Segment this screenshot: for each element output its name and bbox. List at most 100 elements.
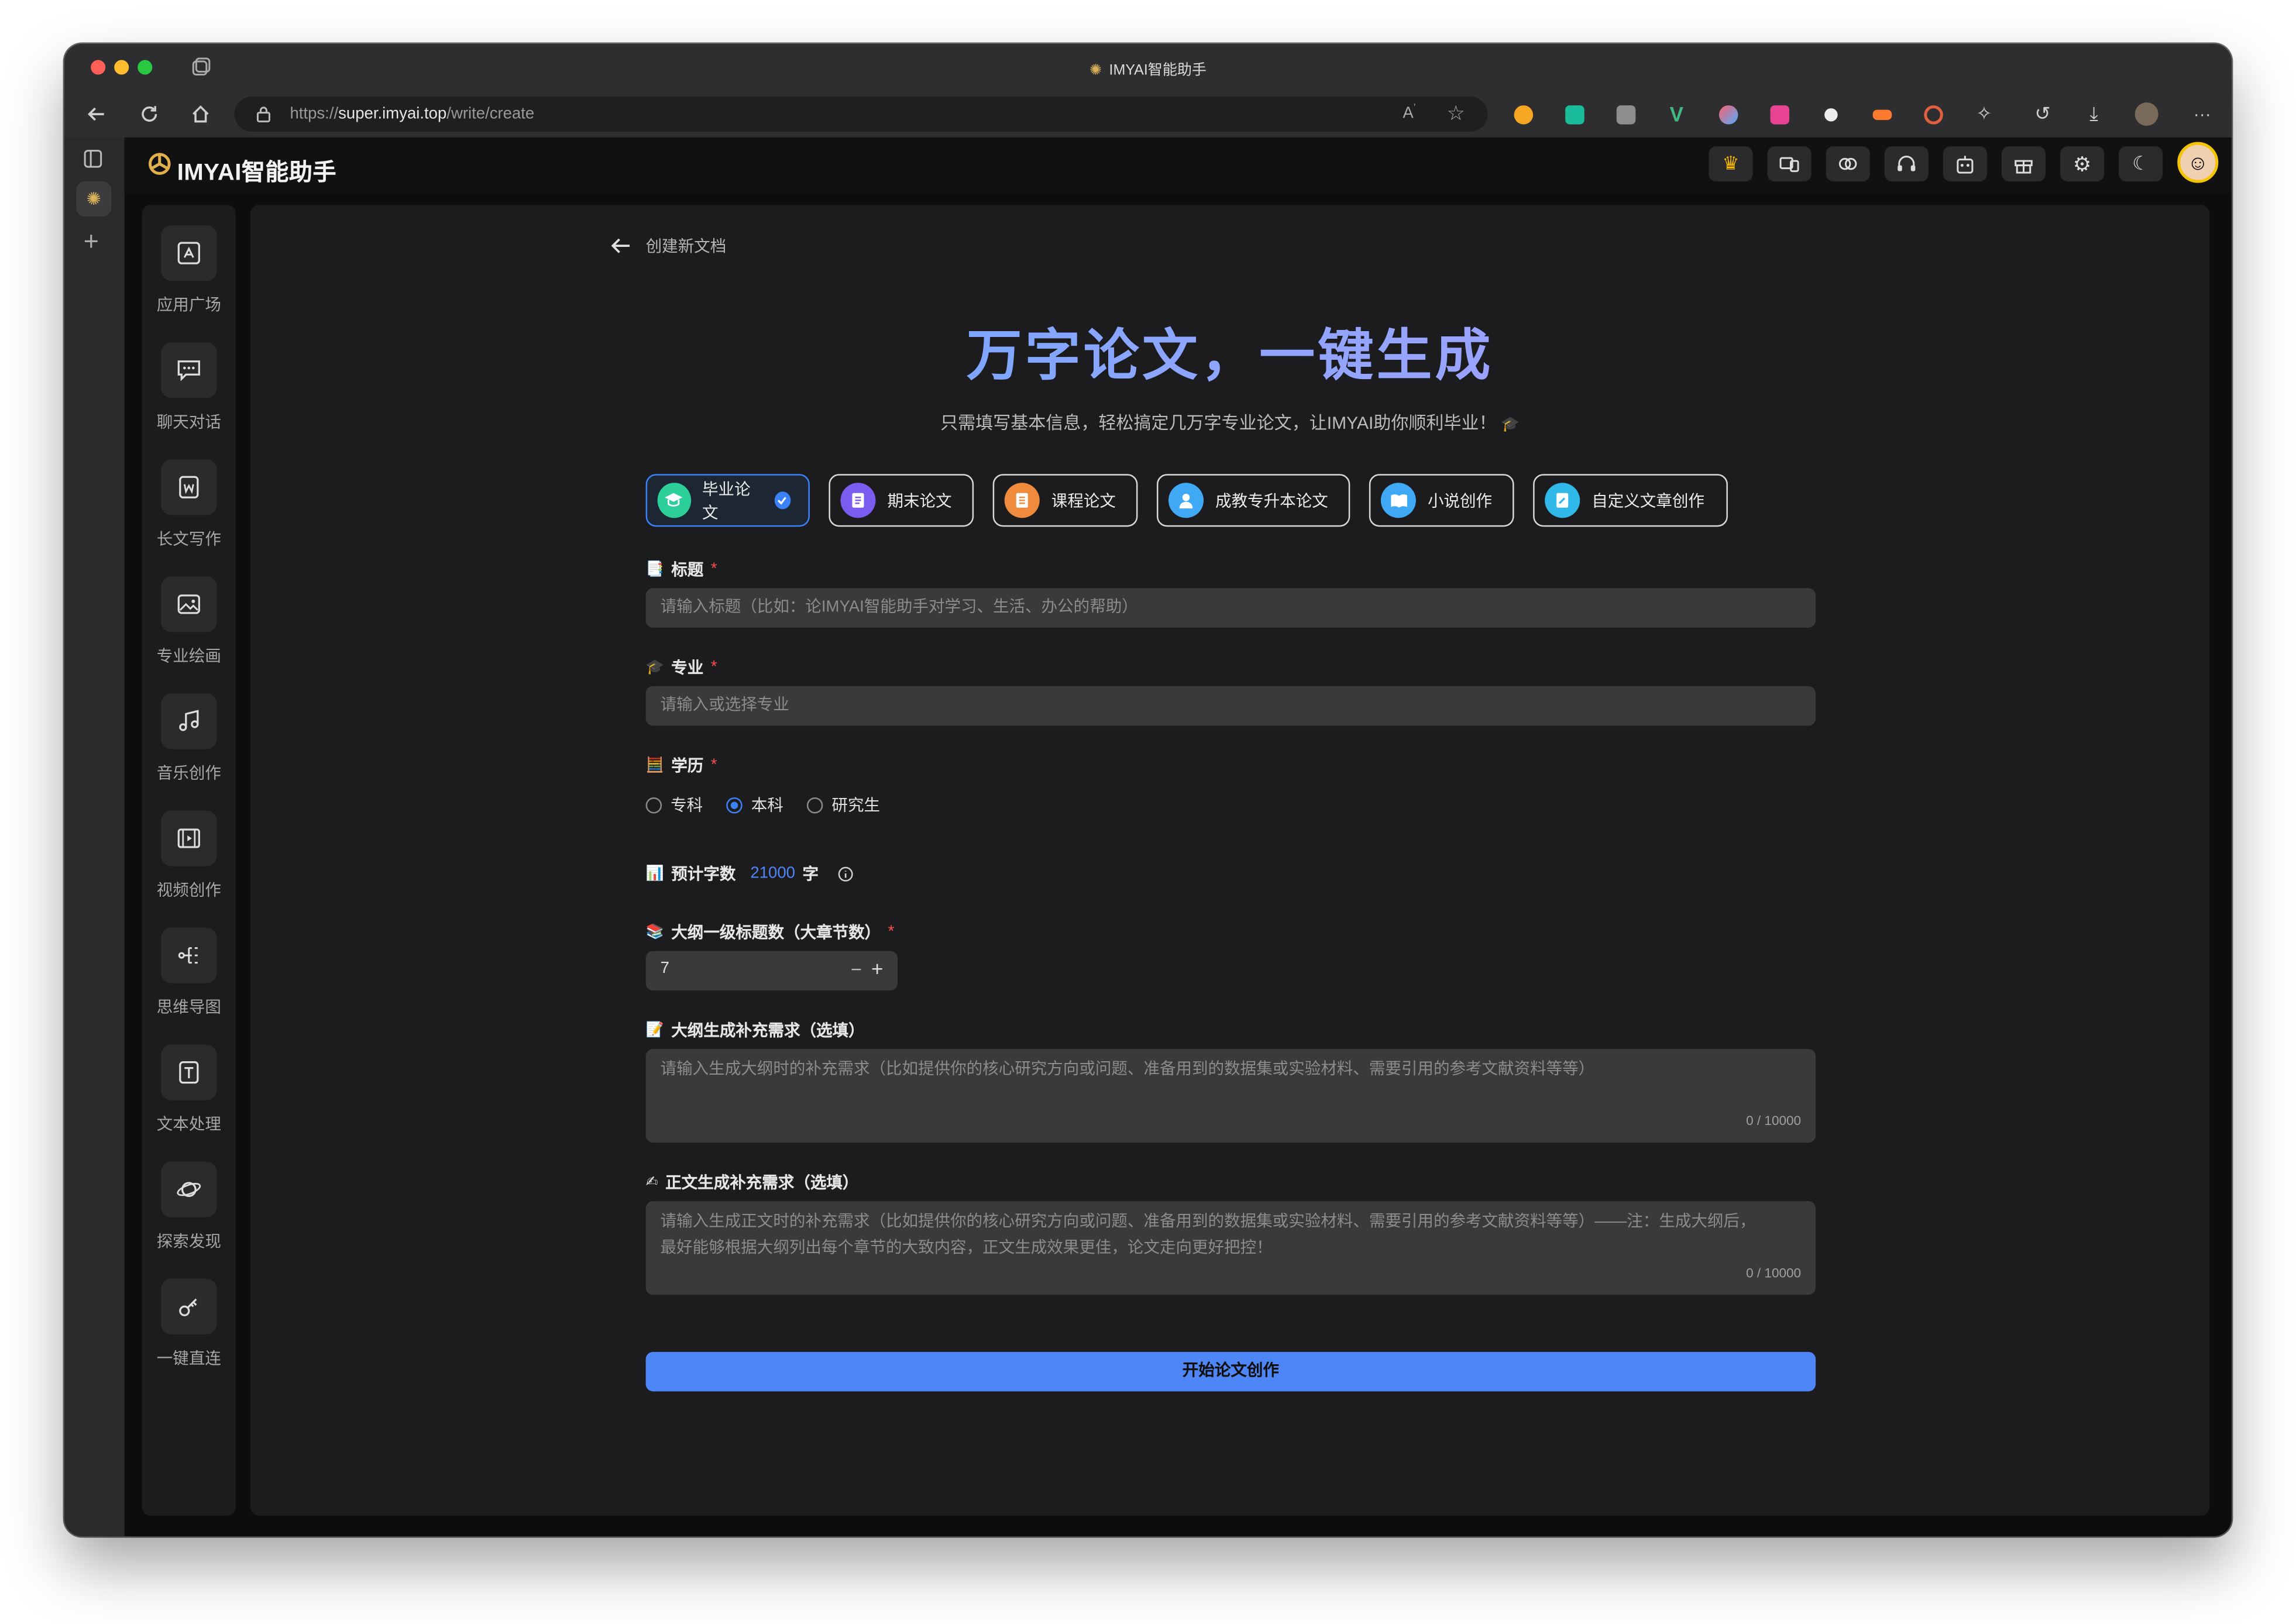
radio-circle-selected[interactable]	[726, 796, 743, 813]
degree-radio-group: 专科 本科 研究生	[645, 793, 880, 816]
doc-type-course[interactable]: 课程论文	[992, 474, 1138, 527]
favorite-star-icon[interactable]: ☆	[1446, 101, 1465, 126]
major-input[interactable]: 请输入或选择专业	[645, 686, 1816, 726]
outline-extra-textarea[interactable]: 请输入生成大纲时的补充需求（比如提供你的核心研究方向或问题、准备用到的数据集或实…	[645, 1049, 1816, 1143]
extension-3-icon[interactable]	[1611, 99, 1640, 129]
graduation-cap-icon	[657, 483, 690, 518]
reload-icon	[142, 106, 157, 122]
support-button[interactable]	[1884, 146, 1929, 182]
degree-option-graduate[interactable]: 研究生	[806, 793, 880, 816]
brand-name[interactable]: IMYAI智能助手	[177, 152, 336, 187]
degree-label-text: 学历	[671, 758, 704, 776]
doc-type-graduation[interactable]: 毕业论文	[645, 474, 810, 527]
gear-icon: ⚙	[2072, 151, 2092, 175]
doc-type-label: 小说创作	[1427, 493, 1493, 511]
graduation-cap-icon: 🎓	[1501, 417, 1520, 433]
required-mark: *	[710, 560, 717, 578]
start-writing-button[interactable]: 开始论文创作	[645, 1351, 1816, 1392]
back-arrow-icon[interactable]	[611, 237, 631, 254]
stepper-decrement-button[interactable]: −	[851, 958, 862, 980]
vue-devtools-icon[interactable]: V	[1662, 99, 1691, 129]
outline-count-label-text: 大纲一级标题数（大章节数）	[671, 924, 881, 942]
body-extra-textarea[interactable]: 请输入生成正文时的补充需求（比如提供你的核心研究方向或问题、准备用到的数据集或实…	[645, 1201, 1816, 1295]
robot-button[interactable]	[1943, 146, 1987, 182]
avatar-face-icon: ☺	[2187, 150, 2209, 174]
sidebar-item-drawing[interactable]: 专业绘画	[142, 567, 236, 670]
word-count-unit: 字	[802, 866, 819, 884]
vip-crown-button[interactable]: ♛	[1709, 146, 1753, 182]
extensions-puzzle-icon[interactable]: ✧	[1970, 99, 1999, 129]
doc-type-novel[interactable]: 小说创作	[1369, 474, 1514, 527]
openai-logo-icon: ✺	[1089, 63, 1102, 80]
sidebar-item-music[interactable]: 音乐创作	[142, 684, 236, 787]
new-tab-plus-icon[interactable]: +	[84, 228, 99, 254]
read-aloud-icon[interactable]: Aʼ	[1403, 104, 1415, 123]
user-avatar[interactable]: ☺	[2177, 142, 2219, 183]
sidebar-item-label: 思维导图	[156, 999, 221, 1017]
window-title: ✺ IMYAI智能助手	[64, 57, 2232, 80]
sidebar-item-chat[interactable]: 聊天对话	[142, 333, 236, 436]
gift-icon	[2015, 159, 2033, 173]
history-icon[interactable]: ↺	[2028, 99, 2057, 129]
profile-avatar-icon[interactable]	[2132, 99, 2161, 129]
bar-chart-icon: 📊	[645, 865, 664, 882]
extension-5-icon[interactable]	[1713, 99, 1742, 129]
reload-button[interactable]	[135, 99, 164, 129]
degree-field-label: 🧮 学历 *	[646, 753, 717, 777]
extension-9-icon[interactable]	[1918, 99, 1947, 129]
extension-8-icon[interactable]	[1867, 99, 1896, 129]
sidebar-item-label: 视频创作	[156, 882, 221, 900]
theme-toggle-button[interactable]: ☾	[2119, 146, 2163, 182]
stepper-increment-button[interactable]: +	[871, 957, 883, 980]
info-icon[interactable]	[838, 865, 854, 882]
degree-option-associate[interactable]: 专科	[645, 793, 703, 816]
sidebar-item-explore[interactable]: 探索发现	[142, 1153, 236, 1255]
radio-circle[interactable]	[645, 796, 662, 813]
radio-circle[interactable]	[806, 796, 823, 813]
more-menu-icon[interactable]: ···	[2188, 99, 2217, 129]
back-button[interactable]	[82, 99, 111, 129]
link-button[interactable]	[1826, 146, 1870, 182]
address-bar[interactable]: https://super.imyai.top/write/create Aʼ …	[234, 97, 1488, 132]
sidebar-item-text[interactable]: 文本处理	[142, 1036, 236, 1138]
writing-hand-icon: ✍	[645, 1174, 658, 1191]
extension-1-icon[interactable]	[1508, 99, 1538, 129]
extension-2-icon[interactable]	[1559, 99, 1589, 129]
browser-window: ✺ IMYAI智能助手 https://super.imyai.top/write…	[64, 44, 2232, 1536]
body-extra-label: ✍ 正文生成补充需求（选填）	[646, 1171, 859, 1194]
doc-type-final-exam[interactable]: 期末论文	[829, 474, 974, 527]
doc-type-custom-article[interactable]: 自定义文章创作	[1533, 474, 1728, 527]
robot-icon	[1957, 155, 1974, 173]
stepper-value[interactable]: 7	[661, 960, 669, 978]
sidebar-item-label: 专业绘画	[156, 648, 221, 666]
devices-button[interactable]	[1767, 146, 1812, 182]
lock-icon	[256, 106, 270, 123]
doc-type-adult-education[interactable]: 成教专升本论文	[1156, 474, 1350, 527]
app-header: IMYAI智能助手 ♛ ⚙ ☾ ☺	[124, 137, 2232, 194]
extension-6-icon[interactable]	[1765, 99, 1794, 129]
download-icon[interactable]: ⤓	[2080, 99, 2109, 129]
sidebar-item-video[interactable]: 视频创作	[142, 801, 236, 904]
sidebar-item-label: 音乐创作	[156, 765, 221, 783]
outline-count-stepper[interactable]: 7 − +	[645, 951, 898, 991]
active-tab-favicon-icon[interactable]: ✺	[76, 181, 112, 217]
image-icon	[161, 576, 217, 632]
settings-button[interactable]: ⚙	[2060, 146, 2105, 182]
selected-check-icon	[774, 491, 791, 510]
required-mark: *	[888, 923, 895, 941]
sidebar-item-mindmap[interactable]: 思维导图	[142, 919, 236, 1021]
body-extra-placeholder-line1: 请输入生成正文时的补充需求（比如提供你的核心研究方向或问题、准备用到的数据集或实…	[660, 1213, 1756, 1231]
home-button[interactable]	[186, 99, 215, 129]
sidebar-item-label: 文本处理	[156, 1116, 221, 1134]
open-book-icon	[1380, 483, 1416, 518]
sidebar-item-long-writing[interactable]: 长文写作	[142, 450, 236, 553]
sidebar-toggle-icon[interactable]	[84, 149, 103, 168]
abacus-icon: 🧮	[645, 757, 664, 773]
extension-7-icon[interactable]	[1816, 99, 1845, 129]
degree-option-bachelor[interactable]: 本科	[726, 793, 783, 816]
sidebar-item-direct-connect[interactable]: 一键直连	[142, 1270, 236, 1372]
title-input[interactable]: 请输入标题（比如：论IMYAI智能助手对学习、生活、办公的帮助）	[645, 588, 1816, 628]
gift-button[interactable]	[2001, 146, 2046, 182]
sidebar-item-app-square[interactable]: 应用广场	[142, 216, 236, 319]
hero-subtitle: 只需填写基本信息，轻松搞定几万字专业论文，让IMYAI助你顺利毕业！ 🎓	[250, 410, 2209, 435]
